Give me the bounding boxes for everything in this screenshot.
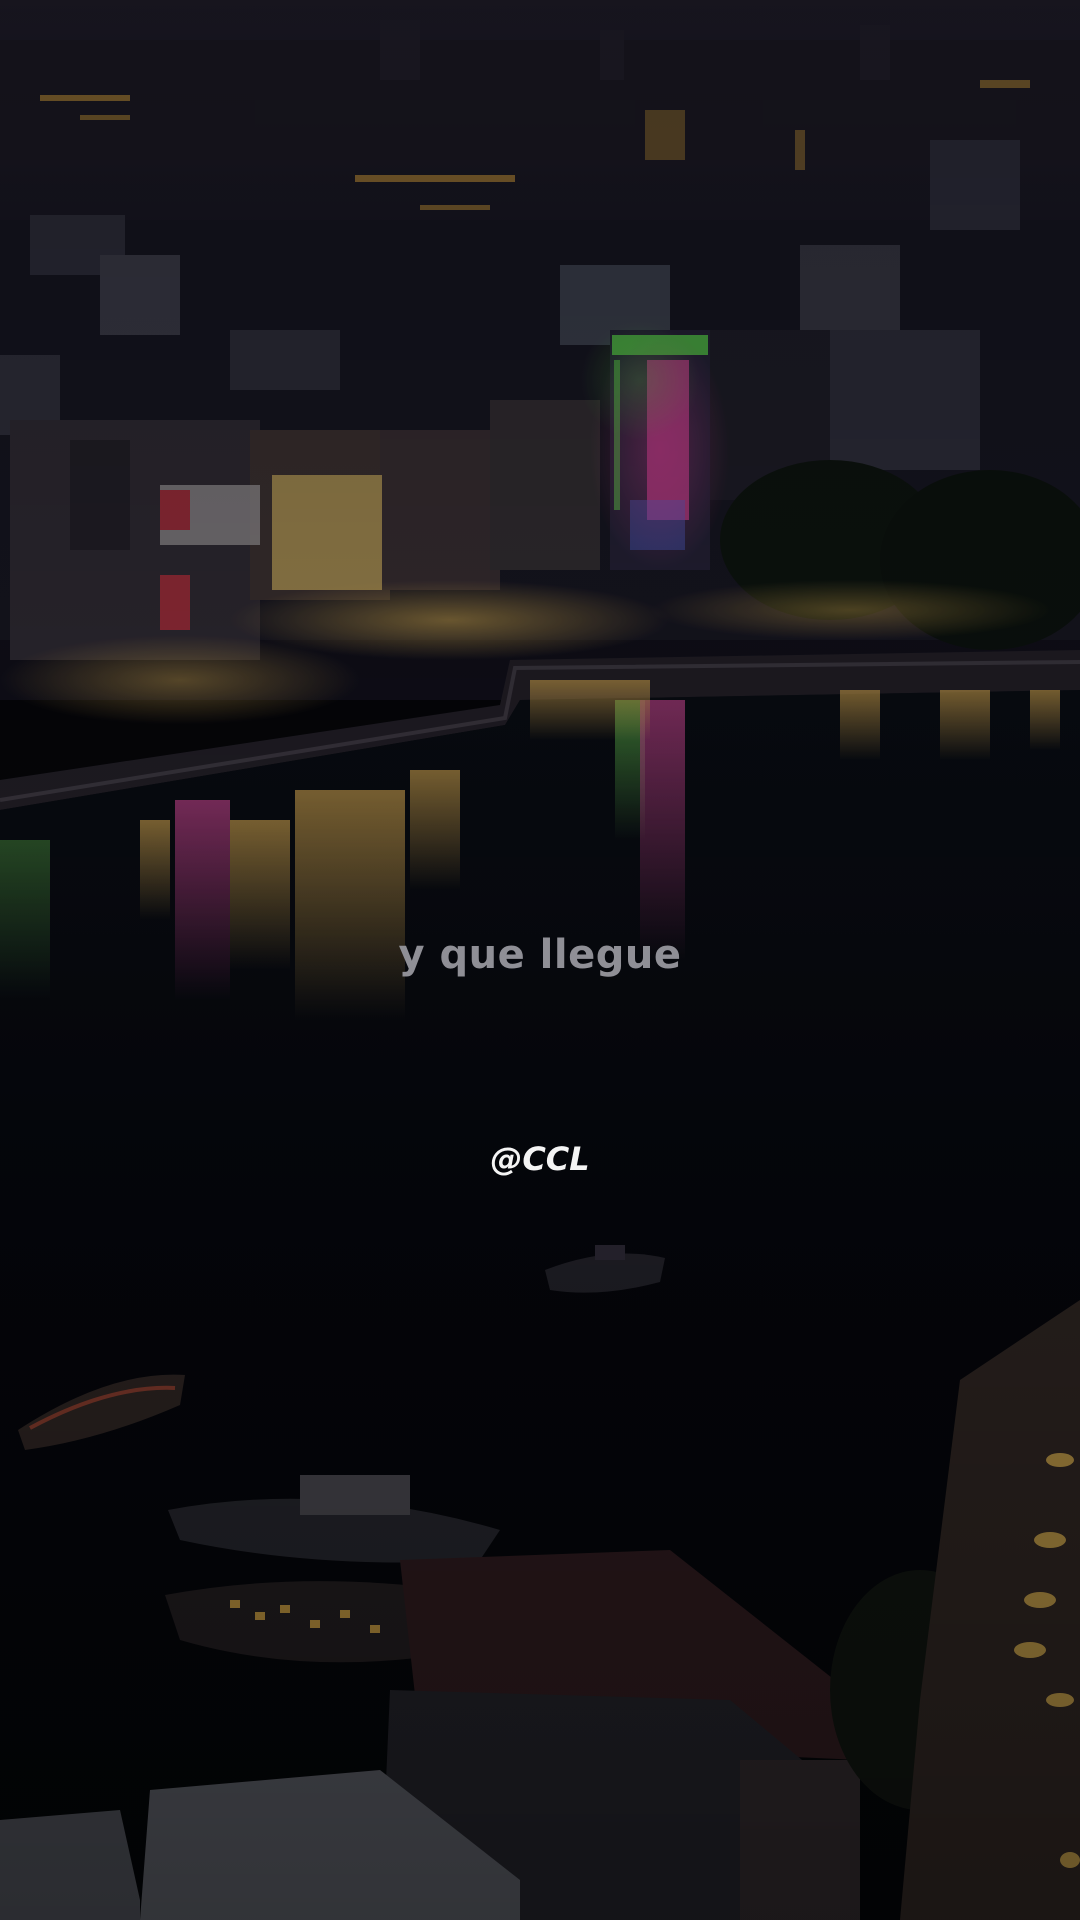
watermark-handle: @CCL [490, 1140, 590, 1178]
lyric-caption: y que llegue [398, 932, 682, 978]
